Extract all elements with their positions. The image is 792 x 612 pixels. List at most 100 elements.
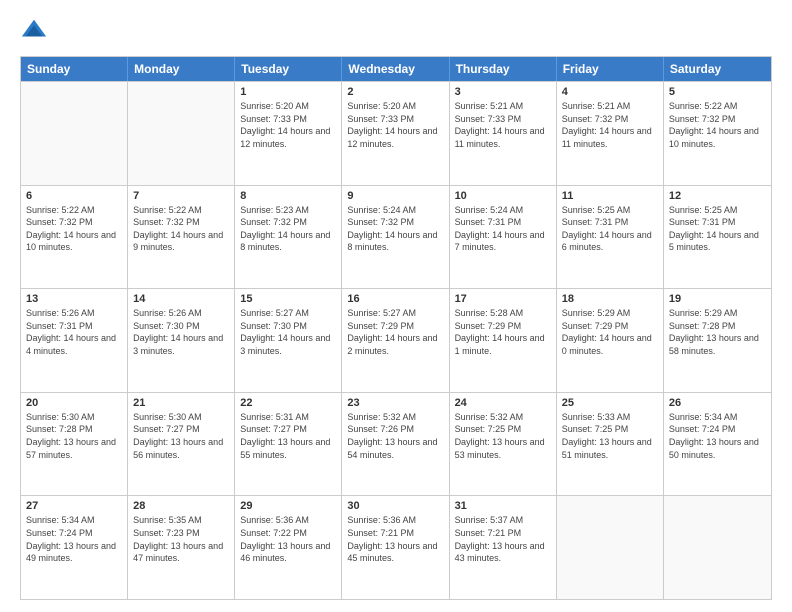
calendar-header-cell: Saturday [664, 57, 771, 81]
day-info: Sunrise: 5:34 AM Sunset: 7:24 PM Dayligh… [669, 411, 766, 461]
calendar-header-cell: Monday [128, 57, 235, 81]
day-info: Sunrise: 5:23 AM Sunset: 7:32 PM Dayligh… [240, 204, 336, 254]
calendar-cell: 6 Sunrise: 5:22 AM Sunset: 7:32 PM Daylig… [21, 186, 128, 289]
calendar-cell: 28 Sunrise: 5:35 AM Sunset: 7:23 PM Dayli… [128, 496, 235, 599]
day-number: 3 [455, 86, 551, 98]
day-info: Sunrise: 5:26 AM Sunset: 7:31 PM Dayligh… [26, 307, 122, 357]
calendar-row: 1 Sunrise: 5:20 AM Sunset: 7:33 PM Daylig… [21, 81, 771, 185]
day-number: 11 [562, 190, 658, 202]
calendar-cell: 31Sunrise: 5:37 AM Sunset: 7:21 PM Dayli… [450, 496, 557, 599]
calendar-cell: 7 Sunrise: 5:22 AM Sunset: 7:32 PM Daylig… [128, 186, 235, 289]
day-info: Sunrise: 5:30 AM Sunset: 7:27 PM Dayligh… [133, 411, 229, 461]
calendar-cell: 14 Sunrise: 5:26 AM Sunset: 7:30 PM Dayli… [128, 289, 235, 392]
calendar-row: 13 Sunrise: 5:26 AM Sunset: 7:31 PM Dayli… [21, 288, 771, 392]
day-info: Sunrise: 5:36 AM Sunset: 7:21 PM Dayligh… [347, 514, 443, 564]
calendar-cell: 18Sunrise: 5:29 AM Sunset: 7:29 PM Dayli… [557, 289, 664, 392]
calendar-cell: 21 Sunrise: 5:30 AM Sunset: 7:27 PM Dayli… [128, 393, 235, 496]
header [20, 16, 772, 44]
calendar-cell: 10 Sunrise: 5:24 AM Sunset: 7:31 PM Dayli… [450, 186, 557, 289]
day-number: 31 [455, 500, 551, 512]
day-info: Sunrise: 5:25 AM Sunset: 7:31 PM Dayligh… [669, 204, 766, 254]
day-info: Sunrise: 5:26 AM Sunset: 7:30 PM Dayligh… [133, 307, 229, 357]
day-info: Sunrise: 5:28 AM Sunset: 7:29 PM Dayligh… [455, 307, 551, 357]
calendar-cell: 15Sunrise: 5:27 AM Sunset: 7:30 PM Dayli… [235, 289, 342, 392]
day-number: 10 [455, 190, 551, 202]
calendar-cell: 5Sunrise: 5:22 AM Sunset: 7:32 PM Daylig… [664, 82, 771, 185]
day-info: Sunrise: 5:22 AM Sunset: 7:32 PM Dayligh… [669, 100, 766, 150]
day-number: 26 [669, 397, 766, 409]
day-number: 1 [240, 86, 336, 98]
day-number: 8 [240, 190, 336, 202]
day-info: Sunrise: 5:27 AM Sunset: 7:29 PM Dayligh… [347, 307, 443, 357]
calendar-cell: 13 Sunrise: 5:26 AM Sunset: 7:31 PM Dayli… [21, 289, 128, 392]
calendar-cell [21, 82, 128, 185]
calendar-cell: 22 Sunrise: 5:31 AM Sunset: 7:27 PM Dayli… [235, 393, 342, 496]
day-info: Sunrise: 5:35 AM Sunset: 7:23 PM Dayligh… [133, 514, 229, 564]
calendar-cell: 26 Sunrise: 5:34 AM Sunset: 7:24 PM Dayli… [664, 393, 771, 496]
day-number: 21 [133, 397, 229, 409]
day-number: 7 [133, 190, 229, 202]
day-number: 9 [347, 190, 443, 202]
day-info: Sunrise: 5:29 AM Sunset: 7:28 PM Dayligh… [669, 307, 766, 357]
day-number: 25 [562, 397, 658, 409]
day-number: 13 [26, 293, 122, 305]
calendar-header-cell: Wednesday [342, 57, 449, 81]
calendar-cell: 27Sunrise: 5:34 AM Sunset: 7:24 PM Dayli… [21, 496, 128, 599]
day-number: 6 [26, 190, 122, 202]
day-number: 14 [133, 293, 229, 305]
logo-icon [20, 16, 48, 44]
day-info: Sunrise: 5:30 AM Sunset: 7:28 PM Dayligh… [26, 411, 122, 461]
day-number: 30 [347, 500, 443, 512]
day-number: 24 [455, 397, 551, 409]
day-info: Sunrise: 5:21 AM Sunset: 7:33 PM Dayligh… [455, 100, 551, 150]
day-info: Sunrise: 5:32 AM Sunset: 7:26 PM Dayligh… [347, 411, 443, 461]
day-number: 2 [347, 86, 443, 98]
calendar-cell: 3 Sunrise: 5:21 AM Sunset: 7:33 PM Daylig… [450, 82, 557, 185]
calendar-row: 27Sunrise: 5:34 AM Sunset: 7:24 PM Dayli… [21, 495, 771, 599]
calendar-header: SundayMondayTuesdayWednesdayThursdayFrid… [21, 57, 771, 81]
calendar-cell: 24 Sunrise: 5:32 AM Sunset: 7:25 PM Dayli… [450, 393, 557, 496]
day-info: Sunrise: 5:24 AM Sunset: 7:31 PM Dayligh… [455, 204, 551, 254]
page: SundayMondayTuesdayWednesdayThursdayFrid… [0, 0, 792, 612]
day-info: Sunrise: 5:25 AM Sunset: 7:31 PM Dayligh… [562, 204, 658, 254]
calendar-cell: 30 Sunrise: 5:36 AM Sunset: 7:21 PM Dayli… [342, 496, 449, 599]
logo [20, 16, 52, 44]
day-info: Sunrise: 5:24 AM Sunset: 7:32 PM Dayligh… [347, 204, 443, 254]
day-number: 4 [562, 86, 658, 98]
calendar-cell: 29 Sunrise: 5:36 AM Sunset: 7:22 PM Dayli… [235, 496, 342, 599]
day-info: Sunrise: 5:21 AM Sunset: 7:32 PM Dayligh… [562, 100, 658, 150]
day-info: Sunrise: 5:22 AM Sunset: 7:32 PM Dayligh… [26, 204, 122, 254]
day-info: Sunrise: 5:22 AM Sunset: 7:32 PM Dayligh… [133, 204, 229, 254]
day-number: 28 [133, 500, 229, 512]
day-number: 16 [347, 293, 443, 305]
calendar-cell: 1 Sunrise: 5:20 AM Sunset: 7:33 PM Daylig… [235, 82, 342, 185]
day-number: 20 [26, 397, 122, 409]
calendar-cell [664, 496, 771, 599]
day-number: 29 [240, 500, 336, 512]
calendar-header-cell: Friday [557, 57, 664, 81]
day-info: Sunrise: 5:32 AM Sunset: 7:25 PM Dayligh… [455, 411, 551, 461]
calendar-cell: 4 Sunrise: 5:21 AM Sunset: 7:32 PM Daylig… [557, 82, 664, 185]
day-number: 12 [669, 190, 766, 202]
calendar: SundayMondayTuesdayWednesdayThursdayFrid… [20, 56, 772, 600]
calendar-cell [128, 82, 235, 185]
calendar-cell: 8 Sunrise: 5:23 AM Sunset: 7:32 PM Daylig… [235, 186, 342, 289]
day-info: Sunrise: 5:31 AM Sunset: 7:27 PM Dayligh… [240, 411, 336, 461]
calendar-cell: 11 Sunrise: 5:25 AM Sunset: 7:31 PM Dayli… [557, 186, 664, 289]
calendar-row: 6 Sunrise: 5:22 AM Sunset: 7:32 PM Daylig… [21, 185, 771, 289]
calendar-cell: 2 Sunrise: 5:20 AM Sunset: 7:33 PM Daylig… [342, 82, 449, 185]
day-info: Sunrise: 5:20 AM Sunset: 7:33 PM Dayligh… [240, 100, 336, 150]
day-info: Sunrise: 5:20 AM Sunset: 7:33 PM Dayligh… [347, 100, 443, 150]
calendar-cell: 20 Sunrise: 5:30 AM Sunset: 7:28 PM Dayli… [21, 393, 128, 496]
calendar-cell: 19 Sunrise: 5:29 AM Sunset: 7:28 PM Dayli… [664, 289, 771, 392]
day-info: Sunrise: 5:29 AM Sunset: 7:29 PM Dayligh… [562, 307, 658, 357]
day-number: 19 [669, 293, 766, 305]
day-number: 22 [240, 397, 336, 409]
calendar-header-cell: Sunday [21, 57, 128, 81]
day-info: Sunrise: 5:36 AM Sunset: 7:22 PM Dayligh… [240, 514, 336, 564]
calendar-cell: 25Sunrise: 5:33 AM Sunset: 7:25 PM Dayli… [557, 393, 664, 496]
day-info: Sunrise: 5:27 AM Sunset: 7:30 PM Dayligh… [240, 307, 336, 357]
calendar-header-cell: Thursday [450, 57, 557, 81]
day-number: 27 [26, 500, 122, 512]
calendar-row: 20 Sunrise: 5:30 AM Sunset: 7:28 PM Dayli… [21, 392, 771, 496]
